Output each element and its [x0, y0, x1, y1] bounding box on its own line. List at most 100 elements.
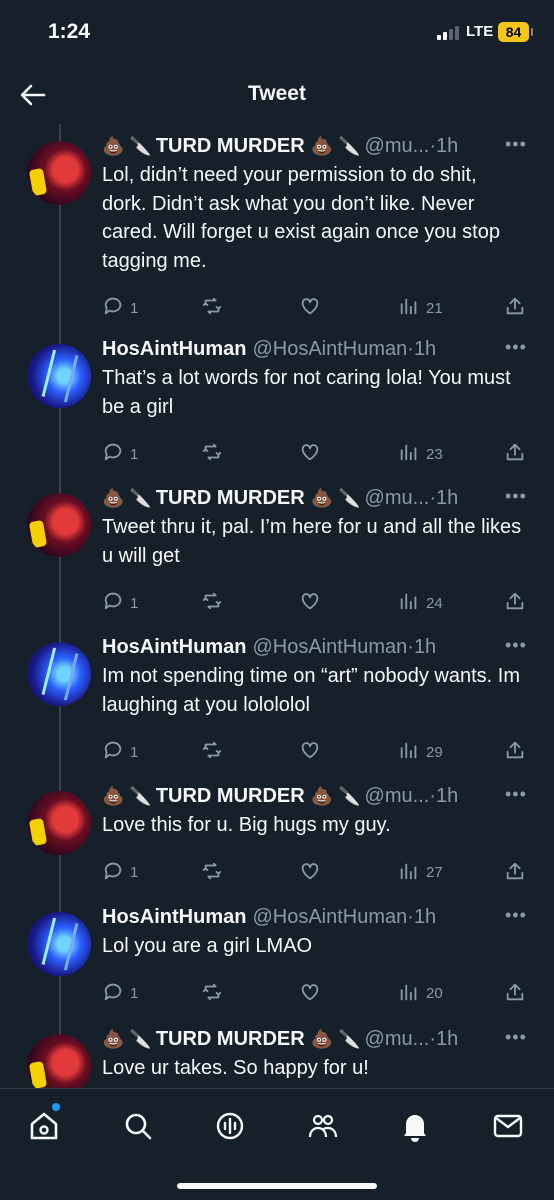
reply-button[interactable]: 1: [102, 295, 138, 321]
share-button[interactable]: [504, 860, 526, 886]
share-button[interactable]: [504, 739, 526, 765]
cellular-signal-icon: [437, 26, 459, 40]
avatar[interactable]: [27, 493, 91, 557]
like-button[interactable]: [299, 981, 321, 1007]
more-options-icon[interactable]: •••: [505, 134, 527, 155]
name-emoji: 💩 🔪: [310, 785, 361, 806]
avatar[interactable]: [27, 141, 91, 205]
tweet-text: Lol, didn’t need your permission to do s…: [102, 164, 500, 272]
tweet-actions: 1 21: [102, 295, 532, 319]
reply-count: 1: [130, 985, 139, 1002]
like-button[interactable]: [299, 860, 321, 886]
like-button[interactable]: [299, 441, 321, 467]
tweet-header: HosAintHuman @HosAintHuman · 1h: [102, 904, 436, 930]
author-name[interactable]: TURD MURDER: [156, 1028, 305, 1051]
reply-button[interactable]: 1: [102, 981, 138, 1007]
share-button[interactable]: [504, 295, 526, 321]
heart-icon: [299, 860, 321, 886]
reply-icon: [102, 441, 124, 467]
retweet-button[interactable]: [201, 860, 223, 886]
views-button[interactable]: 24: [398, 590, 443, 616]
reply-icon: [102, 739, 124, 765]
more-options-icon[interactable]: •••: [505, 337, 527, 358]
like-button[interactable]: [299, 295, 321, 321]
views-button[interactable]: 23: [398, 441, 443, 467]
reply-count: 1: [130, 445, 139, 463]
author-handle[interactable]: @HosAintHuman: [252, 338, 407, 361]
more-options-icon[interactable]: •••: [505, 784, 527, 805]
author-name[interactable]: TURD MURDER: [156, 135, 305, 158]
author-name[interactable]: HosAintHuman: [102, 906, 246, 929]
reply-button[interactable]: 1: [102, 739, 138, 765]
avatar[interactable]: [27, 791, 91, 855]
reply-button[interactable]: 1: [102, 441, 138, 467]
communities-icon[interactable]: [306, 1109, 340, 1143]
notifications-icon[interactable]: [398, 1109, 432, 1143]
author-name[interactable]: TURD MURDER: [156, 487, 305, 510]
name-emoji: 💩 🔪: [310, 487, 361, 508]
status-bar: 1:24 LTE 84: [0, 0, 554, 64]
more-options-icon[interactable]: •••: [505, 905, 527, 926]
like-button[interactable]: [299, 590, 321, 616]
tweet-header: 💩 🔪 TURD MURDER 💩 🔪 @mu... · 1h: [102, 1026, 458, 1052]
author-handle[interactable]: @mu...: [365, 487, 430, 510]
reply-button[interactable]: 1: [102, 590, 138, 616]
retweet-button[interactable]: [201, 441, 223, 467]
retweet-button[interactable]: [201, 739, 223, 765]
avatar[interactable]: [27, 642, 91, 706]
bar-chart-icon: [398, 441, 420, 467]
retweet-icon: [201, 860, 223, 886]
heart-icon: [299, 590, 321, 616]
view-count: 24: [426, 594, 443, 612]
avatar[interactable]: [27, 344, 91, 408]
reply-button[interactable]: 1: [102, 860, 138, 886]
author-handle[interactable]: @mu...: [365, 1028, 430, 1051]
avatar[interactable]: [27, 912, 91, 976]
bar-chart-icon: [398, 590, 420, 616]
more-options-icon[interactable]: •••: [505, 1027, 527, 1048]
author-handle[interactable]: @HosAintHuman: [252, 906, 407, 929]
name-emoji: 💩 🔪: [102, 135, 152, 156]
author-handle[interactable]: @HosAintHuman: [252, 636, 407, 659]
retweet-button[interactable]: [201, 295, 223, 321]
reply-icon: [102, 860, 124, 886]
author-name[interactable]: HosAintHuman: [102, 636, 246, 659]
share-button[interactable]: [504, 981, 526, 1007]
home-icon[interactable]: [27, 1109, 61, 1143]
messages-icon[interactable]: [491, 1109, 525, 1143]
share-icon: [504, 441, 526, 467]
tweet-text: Tweet thru it, pal. I’m here for u and a…: [102, 516, 522, 567]
author-handle[interactable]: @mu...: [365, 135, 430, 158]
author-name[interactable]: HosAintHuman: [102, 338, 246, 361]
views-button[interactable]: 20: [398, 981, 443, 1007]
reply-count: 1: [130, 864, 139, 881]
spaces-icon[interactable]: [213, 1109, 247, 1143]
retweet-button[interactable]: [201, 590, 223, 616]
like-button[interactable]: [299, 739, 321, 765]
tweet-text: Love this for u. Big hugs my guy.: [102, 814, 391, 836]
separator-dot: ·: [429, 1027, 436, 1050]
tweet-actions: 1 29: [102, 739, 532, 763]
bar-chart-icon: [398, 295, 420, 321]
tweet-actions: 1 20: [102, 981, 532, 1005]
author-handle[interactable]: @mu...: [365, 785, 430, 808]
retweet-button[interactable]: [201, 981, 223, 1007]
views-button[interactable]: 29: [398, 739, 443, 765]
tweet-text: Love ur takes. So happy for u!: [102, 1057, 369, 1079]
reply-icon: [102, 295, 124, 321]
retweet-icon: [201, 441, 223, 467]
more-options-icon[interactable]: •••: [505, 635, 527, 656]
tweet-header: 💩 🔪 TURD MURDER 💩 🔪 @mu... · 1h: [102, 485, 458, 511]
author-name[interactable]: TURD MURDER: [156, 785, 305, 808]
views-button[interactable]: 21: [398, 295, 443, 321]
separator-dot: ·: [407, 337, 414, 360]
search-icon[interactable]: [121, 1109, 155, 1143]
share-icon: [504, 590, 526, 616]
tweet-age: 1h: [413, 635, 437, 658]
share-button[interactable]: [504, 590, 526, 616]
views-button[interactable]: 27: [398, 860, 443, 886]
more-options-icon[interactable]: •••: [505, 486, 527, 507]
battery-indicator: 84: [498, 22, 533, 42]
tweet-actions: 1 23: [102, 441, 532, 465]
share-button[interactable]: [504, 441, 526, 467]
